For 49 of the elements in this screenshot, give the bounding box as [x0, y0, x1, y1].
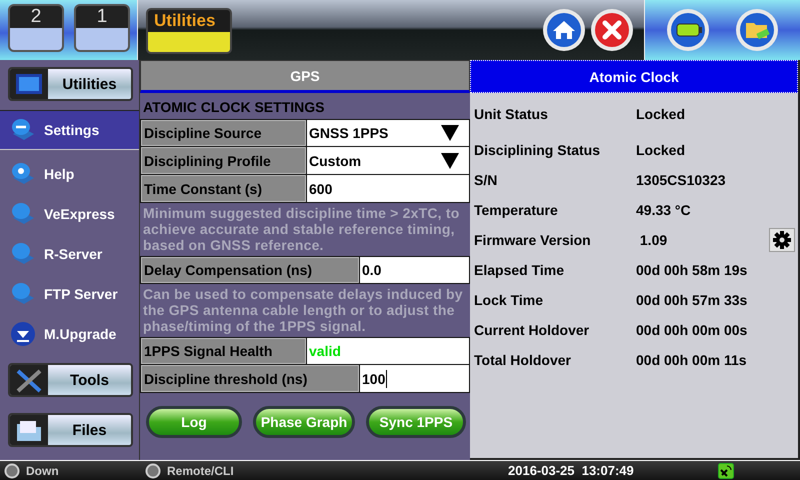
- workspace-button[interactable]: 1: [74, 4, 130, 52]
- field-label: Disciplining Profile: [141, 147, 306, 174]
- info-label: Disciplining Status: [474, 142, 602, 158]
- section-title: ATOMIC CLOCK SETTINGS: [142, 98, 326, 117]
- info-label: Temperature: [474, 202, 559, 218]
- info-value: 1305CS10323: [636, 172, 727, 188]
- info-label: Total Holdover: [474, 352, 572, 368]
- info-label: Lock Time: [474, 292, 544, 308]
- sidebar-item[interactable]: VeExpress: [0, 194, 139, 234]
- sidebar-button[interactable]: Utilities: [8, 67, 133, 101]
- field-label: 1PPS Signal Health: [141, 338, 306, 364]
- sidebar-item[interactable]: M.Upgrade: [0, 314, 139, 354]
- dropdown[interactable]: GNSS 1PPS: [306, 120, 469, 146]
- tab[interactable]: Atomic Clock: [470, 60, 798, 93]
- info-label: Elapsed Time: [474, 262, 566, 278]
- sidebar-button[interactable]: Files: [8, 413, 133, 447]
- info-value: 00d 00h 00m 11s: [636, 352, 748, 368]
- info-label: S/N: [474, 172, 498, 188]
- info-label: Unit Status: [474, 106, 549, 122]
- field-label: Discipline Source: [141, 120, 306, 146]
- info-label: Firmware Version: [474, 232, 592, 248]
- sidebar-item[interactable]: FTP Server: [0, 274, 139, 314]
- network-status: Down: [26, 464, 59, 478]
- sidebar-item[interactable]: Settings: [0, 110, 139, 150]
- sidebar-button[interactable]: Tools: [8, 363, 133, 397]
- remote-status: Remote/CLI: [167, 464, 234, 478]
- hint-text: Can be used to compensate delays induced by the GPS antenna cable length or to adjust the phase/timing of the 1PPS signal.: [142, 285, 464, 336]
- info-value: Locked: [636, 142, 686, 158]
- input-field[interactable]: 100: [359, 365, 469, 392]
- info-value: 49.33 °C: [636, 202, 692, 218]
- dropdown[interactable]: Custom: [306, 147, 469, 174]
- app-tab[interactable]: Utilities: [146, 8, 232, 54]
- hint-text: Minimum suggested discipline time > 2xTC, to achieve accurate and stable reference timing, based on GNSS reference.: [142, 204, 460, 255]
- field-label: Time Constant (s): [141, 175, 306, 202]
- info-value: 1.09: [638, 232, 668, 248]
- sidebar-item[interactable]: Help: [0, 154, 139, 194]
- sidebar-item[interactable]: R-Server: [0, 234, 139, 274]
- info-value: 00d 00h 00m 00s: [636, 322, 748, 338]
- workspace-button[interactable]: 2: [8, 4, 64, 52]
- field-label: Discipline threshold (ns): [141, 365, 359, 392]
- status-field: valid: [306, 338, 469, 364]
- info-label: Current Holdover: [474, 322, 590, 338]
- info-value: Locked: [636, 106, 686, 122]
- info-value: 00d 00h 58m 19s: [636, 262, 748, 278]
- date-time: 2016-03-25 13:07:49: [508, 463, 635, 478]
- info-value: 00d 00h 57m 33s: [636, 292, 748, 308]
- field-label: Delay Compensation (ns): [141, 257, 359, 283]
- input-field[interactable]: 600: [306, 175, 469, 202]
- input-field[interactable]: 0.0: [359, 257, 469, 283]
